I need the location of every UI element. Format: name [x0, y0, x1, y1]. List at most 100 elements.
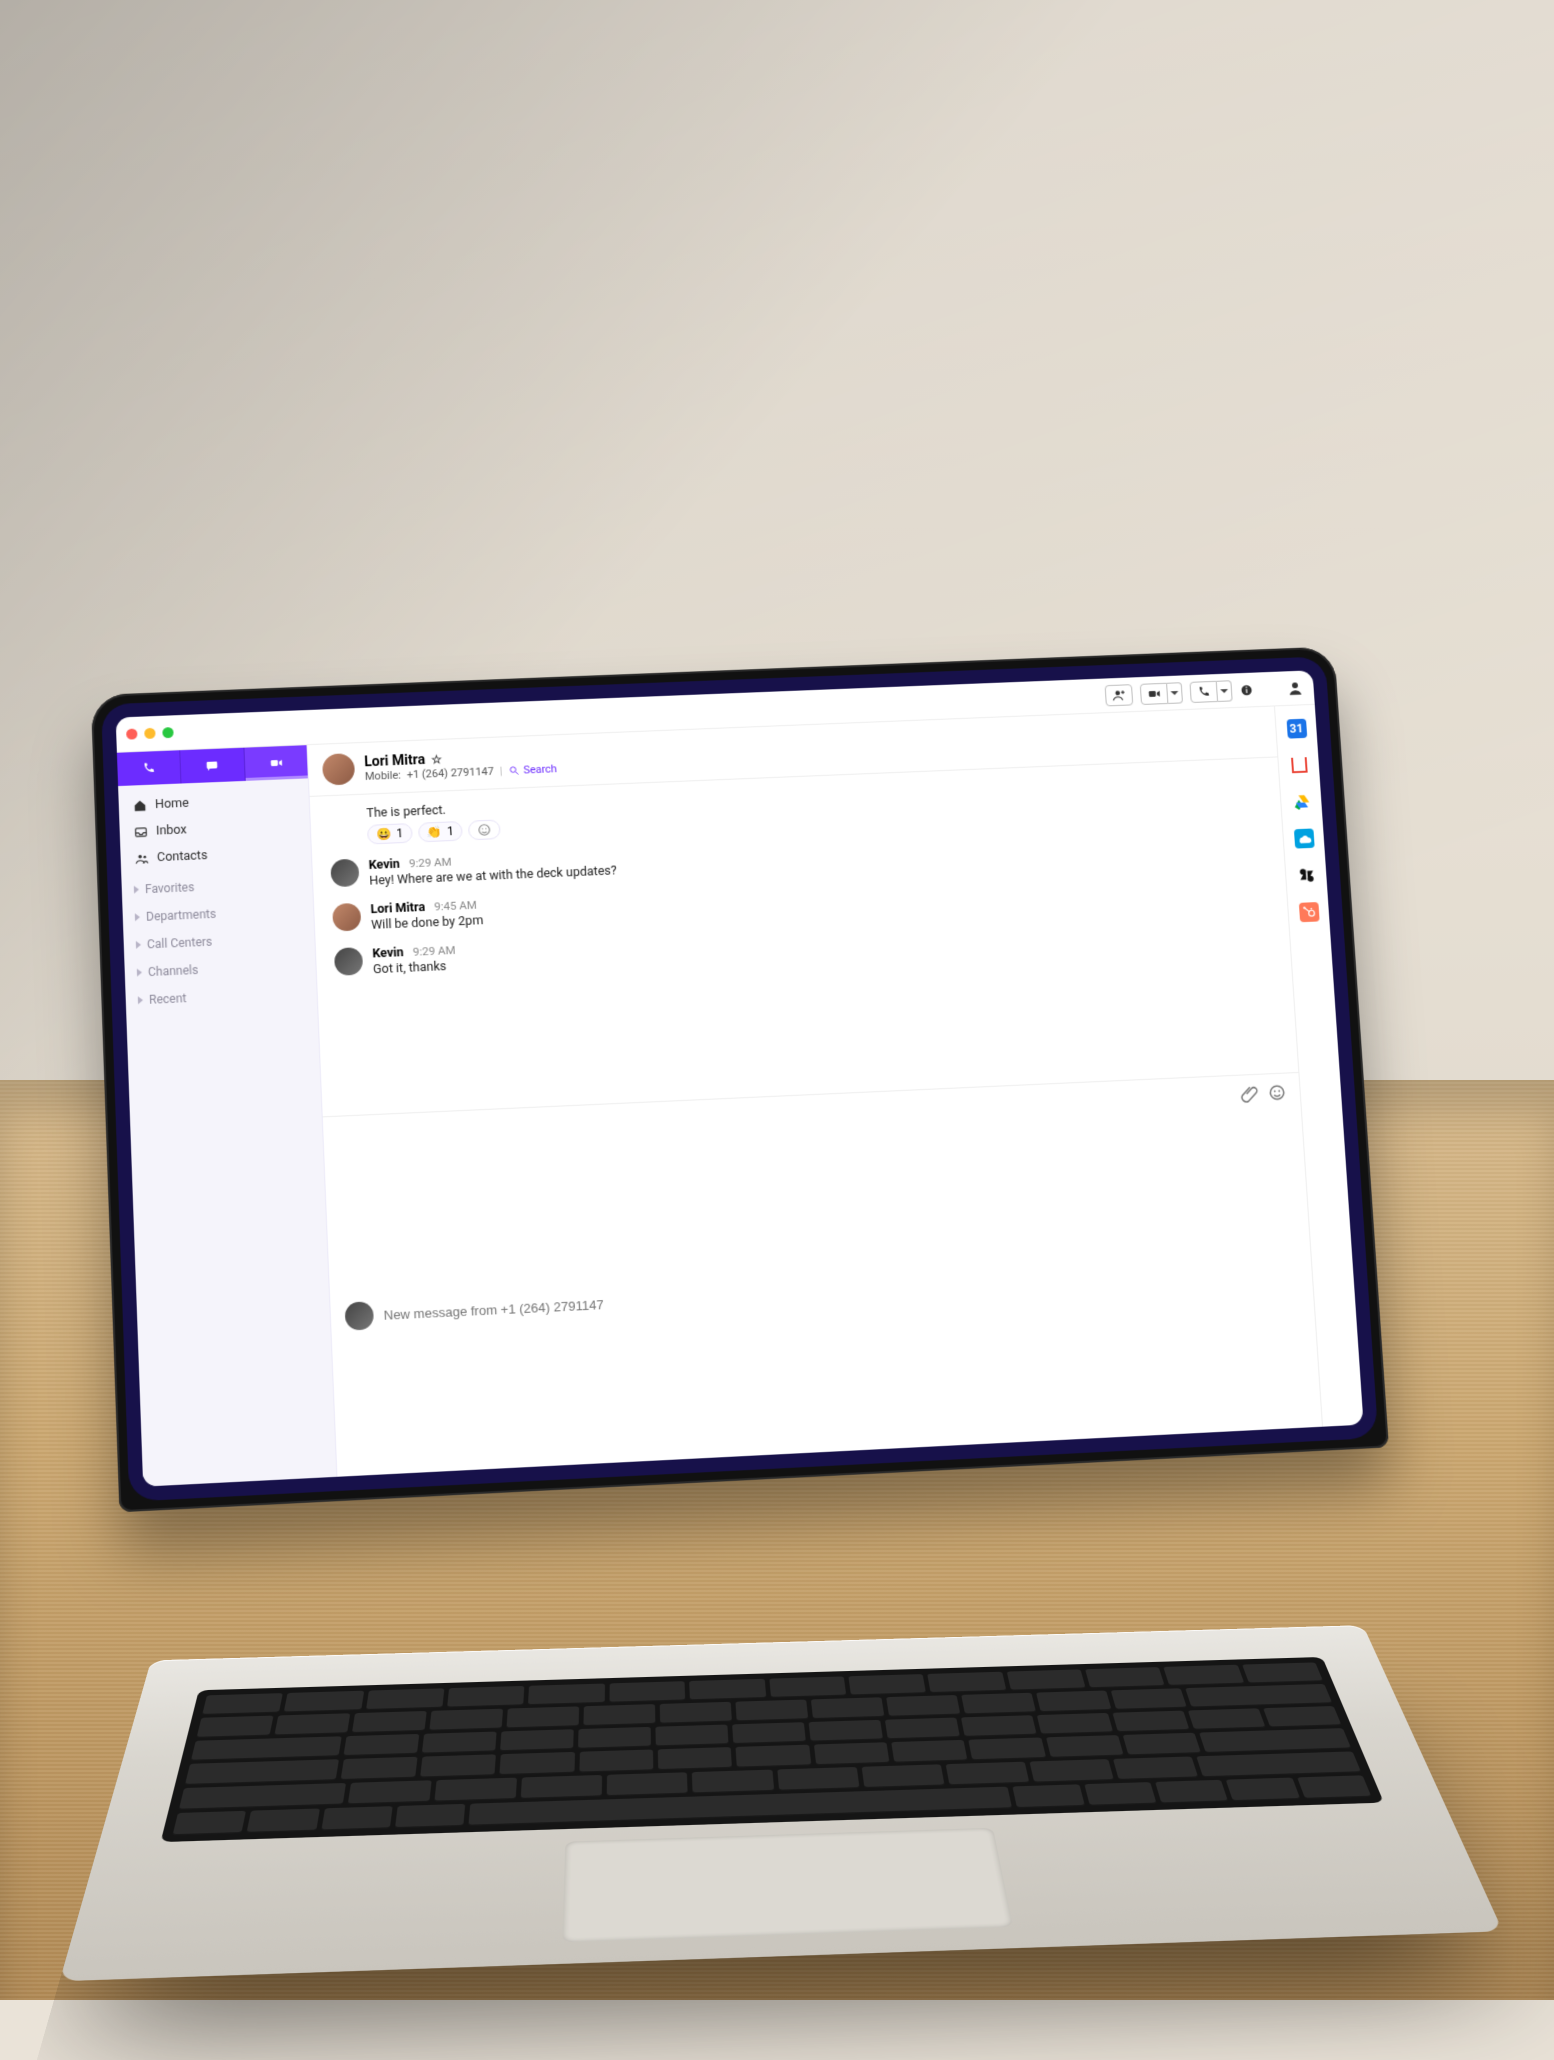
video-icon [1147, 686, 1162, 700]
integrations-rail: 31 [1274, 705, 1364, 1427]
sidebar-item-label: Home [155, 796, 189, 812]
sidebar: Home Inbox Contacts [117, 745, 338, 1487]
chevron-down-icon [1170, 691, 1178, 699]
sidebar-item-label: Contacts [157, 848, 208, 865]
caret-right-icon [136, 941, 141, 949]
caret-right-icon [135, 913, 140, 921]
sidebar-item-contacts[interactable]: Contacts [132, 841, 299, 869]
section-label: Channels [148, 963, 199, 979]
add-reaction-button[interactable] [468, 819, 501, 840]
salesforce-icon[interactable] [1293, 828, 1314, 848]
section-recent[interactable]: Recent [138, 986, 305, 1007]
reaction-count: 1 [447, 824, 454, 838]
message: Kevin 9:29 AM Got it, thanks [334, 908, 1272, 979]
composer-avatar [345, 1301, 375, 1331]
reaction-chip[interactable]: 😀 1 [367, 823, 413, 844]
reaction-preface: The is perfect. [366, 770, 1261, 821]
message-text: Will be done by 2pm [371, 913, 484, 933]
sidebar-mode-tabs [117, 745, 308, 786]
section-departments[interactable]: Departments [135, 903, 302, 924]
tab-chat[interactable] [181, 748, 246, 784]
hubspot-icon[interactable] [1298, 902, 1319, 922]
add-person-button[interactable] [1105, 684, 1134, 706]
google-calendar-icon[interactable]: 31 [1286, 719, 1307, 739]
conversation-header: Lori Mitra ☆ Mobile: +1 (264) 2791147 | [308, 706, 1278, 796]
section-favorites[interactable]: Favorites [134, 876, 301, 897]
contact-subtitle-prefix: Mobile: [365, 768, 401, 782]
message-text: Got it, thanks [373, 959, 457, 977]
message-time: 9:29 AM [409, 855, 452, 870]
home-icon [133, 798, 148, 812]
contact-avatar[interactable] [322, 753, 355, 786]
message-time: 9:45 AM [434, 898, 477, 914]
section-channels[interactable]: Channels [137, 959, 304, 980]
sidebar-nav: Home Inbox Contacts [118, 778, 317, 1013]
laptop: Home Inbox Contacts [112, 720, 1442, 2060]
reaction-emoji: 😀 [376, 827, 392, 841]
emoji-icon[interactable] [1268, 1083, 1287, 1101]
laptop-keyboard [161, 1657, 1384, 1842]
message-thread: The is perfect. 😀 1 👏 1 [310, 757, 1299, 1116]
info-icon[interactable] [1239, 683, 1254, 697]
google-drive-icon[interactable] [1291, 792, 1312, 812]
zendesk-icon[interactable] [1296, 865, 1317, 885]
sender-name: Lori Mitra [370, 900, 425, 917]
reaction-count: 1 [396, 826, 403, 840]
caret-right-icon [138, 996, 143, 1004]
add-person-icon [1112, 688, 1127, 702]
laptop-bezel: Home Inbox Contacts [101, 656, 1378, 1501]
sidebar-item-label: Inbox [156, 823, 187, 839]
star-icon[interactable]: ☆ [431, 752, 442, 766]
reaction-chip[interactable]: 👏 1 [418, 821, 464, 842]
separator: | [499, 764, 502, 777]
sender-name: Kevin [372, 945, 404, 961]
sender-avatar[interactable] [332, 903, 361, 932]
sender-avatar[interactable] [334, 947, 363, 976]
sender-avatar[interactable] [330, 859, 359, 888]
message-text: Hey! Where are we at with the deck updat… [369, 864, 617, 889]
contact-number: +1 (264) 2791147 [406, 765, 494, 781]
inbox-icon [134, 825, 149, 839]
sidebar-item-inbox[interactable]: Inbox [131, 815, 298, 842]
voice-call-split-button[interactable] [1189, 680, 1232, 703]
smile-icon [477, 823, 492, 837]
tab-call[interactable] [117, 750, 182, 786]
attach-icon[interactable] [1240, 1085, 1259, 1103]
tab-meet[interactable] [244, 745, 308, 781]
reaction-summary: The is perfect. 😀 1 👏 1 [366, 770, 1263, 845]
search-in-thread-button[interactable]: Search [508, 762, 557, 777]
minimize-dot-icon[interactable] [144, 728, 155, 739]
composer-input[interactable] [383, 1263, 1298, 1322]
message: Kevin 9:29 AM Hey! Where are we at with … [330, 821, 1266, 890]
composer-input-row [324, 1114, 1322, 1477]
profile-icon[interactable] [1286, 679, 1305, 697]
search-label: Search [523, 762, 557, 776]
gmail-icon[interactable] [1289, 755, 1310, 775]
video-icon [269, 756, 284, 770]
contact-name: Lori Mitra [364, 752, 425, 770]
caret-right-icon [134, 886, 139, 894]
section-label: Recent [149, 991, 187, 1006]
caret-right-icon [137, 968, 142, 976]
gcal-day-label: 31 [1289, 722, 1303, 736]
section-label: Call Centers [147, 935, 213, 952]
sender-name: Kevin [368, 857, 400, 873]
message-time: 9:29 AM [412, 943, 455, 959]
traffic-lights [126, 727, 174, 740]
section-call-centers[interactable]: Call Centers [136, 931, 303, 952]
phone-icon [1196, 684, 1211, 698]
sidebar-item-home[interactable]: Home [131, 789, 298, 816]
phone-icon [142, 761, 157, 775]
contacts-icon [135, 851, 150, 865]
conversation-pane: Lori Mitra ☆ Mobile: +1 (264) 2791147 | [308, 706, 1323, 1476]
chat-icon [205, 758, 220, 772]
video-call-split-button[interactable] [1140, 682, 1183, 705]
maximize-dot-icon[interactable] [162, 727, 173, 738]
reaction-emoji: 👏 [427, 825, 443, 839]
section-label: Favorites [145, 880, 195, 896]
search-icon [508, 764, 519, 775]
laptop-trackpad [562, 1828, 1013, 1943]
laptop-deck [59, 1625, 1503, 1981]
chevron-down-icon [1220, 689, 1228, 697]
close-dot-icon[interactable] [126, 728, 137, 739]
